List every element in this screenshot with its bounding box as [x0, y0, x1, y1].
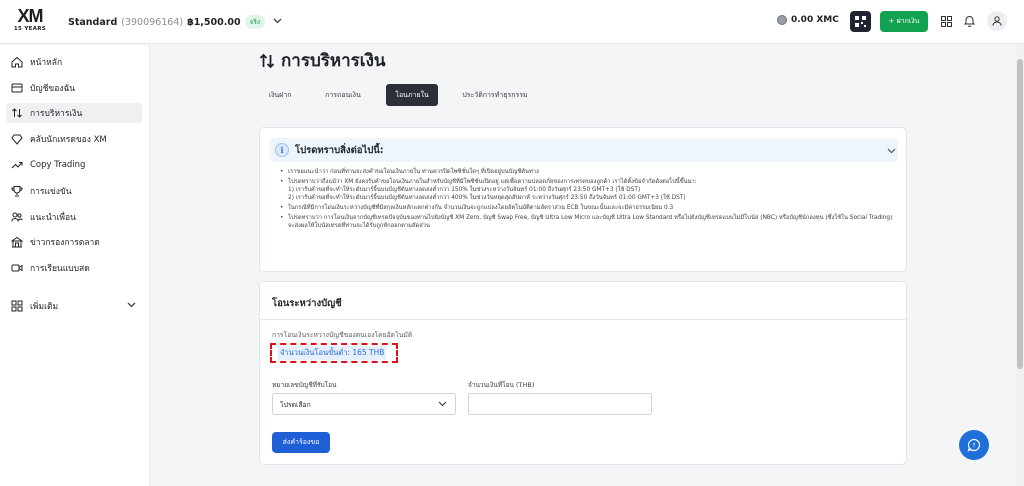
amount-input[interactable] [468, 393, 652, 415]
account-real-badge: จริง [244, 15, 266, 29]
xmc-balance-text: 0.00 XMC [791, 15, 839, 25]
sidebar-item-market-news[interactable]: ข่าวกรองการตลาด [6, 232, 142, 252]
transfer-arrows-icon [259, 53, 275, 68]
sidebar-item-money-management[interactable]: การบริหารเงิน [6, 103, 142, 123]
diamond-icon [11, 134, 23, 145]
account-type: Standard [68, 16, 118, 28]
trend-icon [11, 162, 23, 169]
sidebar: หน้าหลัก บัญชีของฉัน การบริหารเงิน คลับน… [0, 45, 150, 486]
tab-transaction-history[interactable]: ประวัติการทำธุรกรรม [458, 84, 532, 106]
list-item: เราขอแนะนำว่า ก่อนที่ท่านจะส่งคำขอโอนเงิ… [280, 168, 900, 177]
account-select-value: โปรดเลือก [280, 400, 311, 409]
chevron-down-icon [438, 401, 447, 409]
sidebar-item-live-education[interactable]: การเรียนแบบสด [6, 258, 142, 278]
notice-item-text: โปรดทราบว่าถึงแม้ว่า XM ยังคงรับคำขอโอนเ… [288, 178, 697, 185]
scrollbar[interactable] [1016, 45, 1024, 486]
sidebar-item-xm-club[interactable]: คลับนักเทรดของ XM [6, 129, 142, 149]
notice-header[interactable]: i โปรดทราบสิ่งต่อไปนี้: [270, 138, 898, 162]
people-icon [11, 212, 23, 222]
news-icon [11, 236, 23, 248]
page-title-text: การบริหารเงิน [281, 51, 386, 71]
tab-withdrawal[interactable]: การถอนเงิน [319, 84, 367, 106]
sidebar-item-competitions[interactable]: การแข่งขัน [6, 181, 142, 201]
scrollbar-thumb[interactable] [1017, 59, 1023, 369]
list-item: ในกรณีที่มีการโอนเงินระหว่างบัญชีที่มีสก… [280, 204, 900, 213]
chat-button[interactable]: ? [959, 430, 989, 460]
video-icon [11, 264, 23, 272]
chat-icon: ? [967, 438, 981, 452]
account-select[interactable]: โปรดเลือก [272, 393, 456, 415]
notice-item-text: เราขอแนะนำว่า ก่อนที่ท่านจะส่งคำขอโอนเงิ… [288, 169, 539, 175]
sidebar-item-more[interactable]: เพิ่มเติม [6, 296, 142, 316]
sidebar-item-label: การบริหารเงิน [30, 109, 83, 119]
chevron-down-icon[interactable] [273, 17, 282, 27]
xm-logo[interactable]: XM 15 YEARS [12, 7, 48, 37]
transfer-title: โอนระหว่างบัญชี [272, 298, 342, 309]
svg-text:?: ? [972, 443, 975, 450]
account-field-label: หมายเลขบัญชีที่รับโอน [272, 381, 337, 389]
list-item: โปรดทราบว่า การโอนเงินจากบัญชีเทรดปัจจุบ… [280, 214, 900, 231]
account-balance: ฿1,500.00 [187, 16, 241, 28]
chevron-down-icon [127, 301, 136, 311]
sidebar-item-home[interactable]: หน้าหลัก [6, 52, 142, 72]
sidebar-item-label: การเรียนแบบสด [30, 264, 90, 274]
sidebar-item-label: ข่าวกรองการตลาด [30, 238, 100, 248]
transfer-description: การโอนเงินระหว่างบัญชีของตนเองโดยอัตโนมั… [272, 331, 413, 339]
wallet-icon [11, 83, 23, 93]
sidebar-item-label: หน้าหลัก [30, 58, 63, 68]
notice-item-text: ในกรณีที่มีการโอนเงินระหว่างบัญชีที่มีสก… [288, 205, 674, 212]
sidebar-item-label: คลับนักเทรดของ XM [30, 135, 107, 145]
minimum-amount-text: จำนวนเงินโอนขั้นต่ำ: 165 THB [278, 346, 387, 360]
page-title: การบริหารเงิน [259, 47, 386, 74]
deposit-button[interactable]: + ฝากเงิน [880, 11, 928, 32]
sidebar-item-label: Copy Trading [30, 160, 86, 170]
transfer-arrows-icon [12, 108, 22, 118]
qr-code-button[interactable] [850, 11, 871, 32]
sidebar-item-label: แนะนำเพื่อน [30, 213, 76, 223]
notice-item-text: โปรดทราบว่า การโอนเงินจากบัญชีเทรดปัจจุบ… [288, 214, 893, 230]
user-icon [992, 16, 1002, 26]
tab-deposit[interactable]: เงินฝาก [260, 84, 300, 106]
sidebar-item-label: การแข่งขัน [30, 187, 72, 197]
sidebar-item-label: บัญชีของฉัน [30, 84, 76, 94]
transfer-card: โอนระหว่างบัญชี การโอนเงินระหว่างบัญชีขอ… [259, 281, 907, 465]
info-icon: i [275, 143, 289, 157]
trophy-icon [11, 186, 23, 197]
logo-text: XM [17, 6, 44, 26]
xmc-balance[interactable]: 0.00 XMC [777, 15, 839, 25]
divider [260, 319, 906, 320]
top-bar: XM 15 YEARS Standard (390096164) ฿1,500.… [0, 0, 1024, 44]
notice-sub-item: 1) เรารับคำขอที่จะทำให้ระดับมาร์จิ้นบนบั… [288, 187, 641, 194]
bell-icon[interactable] [961, 13, 977, 29]
notice-card: i โปรดทราบสิ่งต่อไปนี้: เราขอแนะนำว่า ก่… [259, 127, 907, 272]
account-number: (390096164) [121, 16, 184, 28]
tab-internal-transfer[interactable]: โอนภายใน [386, 84, 438, 106]
amount-field-label: จำนวนเงินที่โอน (THB) [468, 381, 535, 389]
logo-subtext: 15 YEARS [13, 26, 47, 32]
qr-code-icon [855, 16, 866, 27]
sidebar-item-label: เพิ่มเติม [30, 302, 59, 312]
sidebar-item-refer-friend[interactable]: แนะนำเพื่อน [6, 207, 142, 227]
apps-grid-icon[interactable] [938, 13, 954, 29]
account-selector[interactable]: Standard (390096164) ฿1,500.00 จริง [68, 15, 282, 29]
sidebar-item-my-accounts[interactable]: บัญชีของฉัน [6, 78, 142, 98]
home-icon [11, 56, 23, 68]
xmc-coin-icon [777, 15, 787, 25]
notice-list: เราขอแนะนำว่า ก่อนที่ท่านจะส่งคำขอโอนเงิ… [280, 168, 900, 232]
notice-title: โปรดทราบสิ่งต่อไปนี้: [295, 144, 384, 156]
sidebar-item-copy-trading[interactable]: Copy Trading [6, 155, 142, 175]
notice-sub-item: 2) เรารับคำขอที่จะทำให้ระดับมาร์จิ้นบนบั… [288, 195, 686, 202]
grid-icon [11, 300, 23, 312]
avatar[interactable] [987, 11, 1007, 31]
minimum-amount-highlight: จำนวนเงินโอนขั้นต่ำ: 165 THB [270, 343, 398, 363]
submit-request-button[interactable]: ส่งคำร้องขอ [272, 432, 330, 453]
chevron-down-icon[interactable] [887, 139, 896, 158]
list-item: โปรดทราบว่าถึงแม้ว่า XM ยังคงรับคำขอโอนเ… [280, 178, 900, 203]
